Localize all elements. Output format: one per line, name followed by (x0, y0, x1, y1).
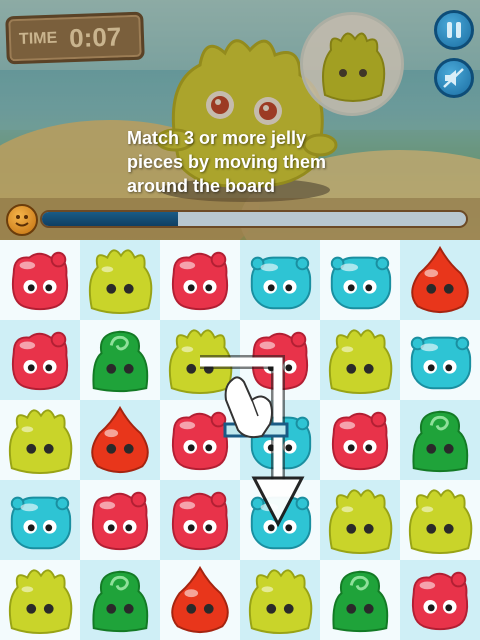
board-cell[interactable] (80, 320, 160, 400)
board-cell[interactable] (160, 400, 240, 480)
board-cell[interactable] (240, 240, 320, 320)
red-jelly-icon (251, 331, 309, 391)
board-cell[interactable] (320, 480, 400, 560)
red-jelly-icon (171, 411, 229, 471)
red-jelly-icon (171, 491, 229, 551)
time-label: TIME (18, 29, 58, 48)
green-jelly-icon (332, 570, 389, 633)
yellow-jelly-icon (88, 249, 153, 315)
time-value: 0:07 (68, 20, 122, 53)
blue-jelly-icon (10, 496, 72, 550)
blue-jelly-icon (250, 496, 312, 550)
blue-jelly-icon (410, 336, 472, 390)
board-cell[interactable] (80, 240, 160, 320)
red-jelly-icon (11, 331, 69, 391)
board-cell[interactable] (80, 400, 160, 480)
progress-bar (40, 210, 468, 228)
board-cell[interactable] (320, 400, 400, 480)
game-board (0, 240, 480, 640)
board-cell[interactable] (0, 320, 80, 400)
board-cell[interactable] (400, 560, 480, 640)
blue-jelly-icon (250, 256, 312, 310)
orange-jelly-icon (91, 405, 149, 474)
yellow-jelly-icon (8, 569, 73, 635)
board-cell[interactable] (80, 560, 160, 640)
progress-bar-fill (42, 212, 178, 226)
yellow-jelly-icon (8, 409, 73, 475)
red-jelly-icon (331, 411, 389, 471)
yellow-jelly-icon (248, 569, 313, 635)
yellow-jelly-icon (328, 329, 393, 395)
smiley-face-icon (6, 204, 38, 236)
board-cell[interactable] (400, 240, 480, 320)
board-cell[interactable] (240, 560, 320, 640)
green-jelly-icon (412, 410, 469, 473)
blue-jelly-icon (250, 416, 312, 470)
sound-toggle-button[interactable] (434, 58, 474, 98)
board-cell[interactable] (400, 480, 480, 560)
blue-jelly-icon (330, 256, 392, 310)
board-cell[interactable] (80, 480, 160, 560)
board-cell[interactable] (160, 320, 240, 400)
yellow-jelly-icon (168, 329, 233, 395)
board-cell[interactable] (320, 320, 400, 400)
board-cell[interactable] (160, 480, 240, 560)
board-cell[interactable] (240, 480, 320, 560)
board-cell[interactable] (240, 400, 320, 480)
board-cell[interactable] (0, 560, 80, 640)
tutorial-hint-text: Match 3 or more jelly pieces by moving t… (127, 128, 327, 196)
green-jelly-icon (92, 570, 149, 633)
board-cell[interactable] (160, 240, 240, 320)
board-cell[interactable] (240, 320, 320, 400)
board-cell[interactable] (400, 400, 480, 480)
board-cell[interactable] (320, 240, 400, 320)
board-cell[interactable] (0, 400, 80, 480)
board-cell[interactable] (320, 560, 400, 640)
red-jelly-icon (91, 491, 149, 551)
orange-jelly-icon (411, 245, 469, 314)
board-cell[interactable] (400, 320, 480, 400)
red-jelly-icon (411, 571, 469, 631)
red-jelly-icon (171, 251, 229, 311)
pause-button[interactable] (434, 10, 474, 50)
time-panel: TIME 0:07 (5, 11, 145, 65)
pause-icon (447, 22, 461, 38)
board-cell[interactable] (0, 240, 80, 320)
yellow-jelly-icon (408, 489, 473, 555)
red-jelly-icon (11, 251, 69, 311)
green-jelly-icon (92, 330, 149, 393)
board-cell[interactable] (160, 560, 240, 640)
board-cell[interactable] (0, 480, 80, 560)
speaker-muted-icon (443, 68, 464, 88)
orange-jelly-icon (171, 565, 229, 634)
yellow-jelly-icon (328, 489, 393, 555)
